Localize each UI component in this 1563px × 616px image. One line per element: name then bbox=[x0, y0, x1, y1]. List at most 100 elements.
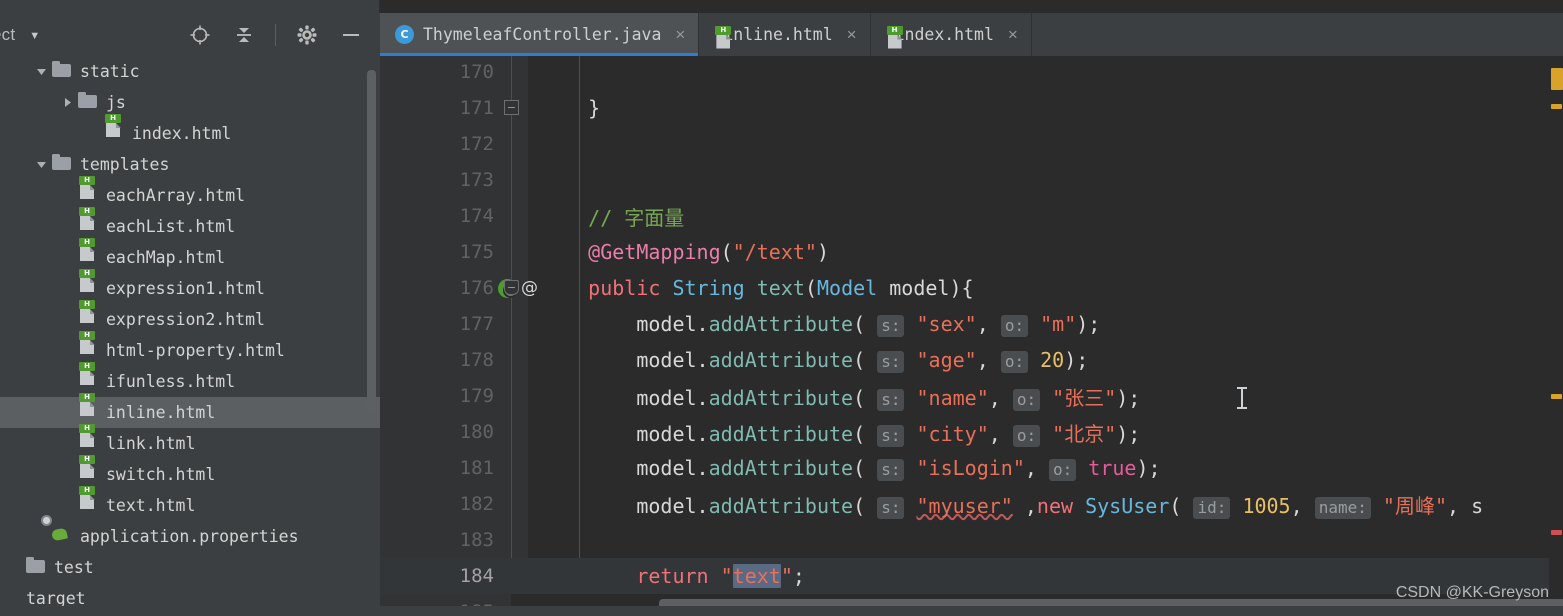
close-icon[interactable]: × bbox=[847, 25, 857, 45]
tree-item-eachlist-html[interactable]: HeachList.html bbox=[0, 207, 380, 242]
gear-icon[interactable] bbox=[294, 22, 320, 48]
html-file-icon: H bbox=[78, 362, 99, 392]
chevron-down-icon[interactable] bbox=[34, 64, 49, 79]
code-line-184[interactable]: 184 return "text"; bbox=[380, 558, 1563, 594]
line-number: 174 bbox=[459, 205, 494, 227]
code-token: o: bbox=[1012, 424, 1041, 447]
code-token: o: bbox=[1048, 459, 1077, 481]
tree-item-index-html[interactable]: Hindex.html bbox=[0, 114, 380, 149]
code-token: . bbox=[696, 421, 709, 446]
code-editor[interactable]: 170 171− } 172 173 174 // 字面量 175 @GetMapping… bbox=[380, 56, 1563, 616]
code-line-170[interactable]: 170 bbox=[380, 56, 1563, 90]
project-panel-toolbar bbox=[187, 22, 380, 48]
close-icon[interactable]: × bbox=[1008, 25, 1018, 45]
override-at-icon[interactable]: @ bbox=[521, 278, 538, 298]
code-token: String bbox=[672, 276, 757, 300]
code-token: "myuser" bbox=[916, 493, 1013, 518]
tree-item-switch-html[interactable]: Hswitch.html bbox=[0, 455, 380, 490]
code-line-181[interactable]: 181 model.addAttribute( s: "isLogin", o:… bbox=[380, 450, 1563, 486]
code-token: 20 bbox=[1040, 348, 1065, 372]
minimize-icon[interactable] bbox=[338, 22, 364, 48]
text-cursor-icon bbox=[1237, 387, 1247, 409]
tree-item-link-html[interactable]: Hlink.html bbox=[0, 424, 380, 459]
tree-item-html-property-html[interactable]: Hhtml-property.html bbox=[0, 331, 380, 366]
code-line-183[interactable]: 183 bbox=[380, 522, 1563, 558]
code-text: } bbox=[540, 96, 600, 120]
folder-icon bbox=[52, 154, 73, 175]
code-token: o: bbox=[1012, 388, 1041, 411]
code-token: "张三" bbox=[1052, 385, 1117, 410]
code-token: . bbox=[696, 348, 709, 372]
collapse-all-icon[interactable] bbox=[231, 22, 257, 48]
editor-tab-bar[interactable]: C ThymeleafController.java × Hinline.html × H… bbox=[380, 13, 1563, 56]
stripe-marker[interactable] bbox=[1551, 104, 1562, 109]
project-panel-header: ect ▼ bbox=[0, 13, 380, 56]
tree-item-eacharray-html[interactable]: HeachArray.html bbox=[0, 176, 380, 211]
stripe-marker[interactable] bbox=[1551, 68, 1563, 90]
code-token: ){ bbox=[949, 276, 974, 300]
code-line-177[interactable]: 177 model.addAttribute( s: "sex", o: "m"… bbox=[380, 306, 1563, 342]
chevron-down-icon[interactable] bbox=[34, 157, 49, 172]
code-token: @GetMapping bbox=[588, 240, 721, 264]
chevron-right-icon[interactable] bbox=[60, 95, 75, 110]
code-line-182[interactable]: 182 model.addAttribute( s: "myuser" ,new… bbox=[380, 486, 1563, 522]
code-token: addAttribute bbox=[708, 312, 854, 336]
tree-item-test[interactable]: test bbox=[0, 552, 380, 583]
close-icon[interactable]: × bbox=[675, 25, 685, 45]
tree-item-ifunless-html[interactable]: Hifunless.html bbox=[0, 362, 380, 397]
code-line-179[interactable]: 179 model.addAttribute( s: "name", o: "张… bbox=[380, 378, 1563, 414]
code-token: s: bbox=[877, 388, 905, 411]
fold-toggle-icon[interactable]: − bbox=[504, 100, 519, 115]
stripe-marker[interactable] bbox=[1551, 394, 1562, 399]
code-line-173[interactable]: 173 bbox=[380, 162, 1563, 198]
code-token: . bbox=[696, 385, 709, 410]
tree-item-application-properties[interactable]: application.properties bbox=[0, 515, 380, 552]
html-file-icon: H bbox=[78, 300, 99, 330]
line-number: 180 bbox=[459, 421, 494, 443]
code-line-172[interactable]: 172 bbox=[380, 126, 1563, 162]
fold-toggle-icon[interactable]: − bbox=[504, 280, 519, 295]
editor-tab-inline-html[interactable]: Hinline.html × bbox=[699, 13, 871, 56]
chevron-down-icon[interactable]: ▼ bbox=[29, 30, 40, 42]
sidebar-scrollbar-thumb[interactable] bbox=[367, 70, 376, 415]
code-line-180[interactable]: 180 model.addAttribute( s: "city", o: "北… bbox=[380, 414, 1563, 450]
error-stripe-markers[interactable] bbox=[1549, 56, 1563, 594]
code-token: , bbox=[976, 312, 1001, 336]
code-token: model bbox=[540, 385, 697, 410]
tree-item-text-html[interactable]: Htext.html bbox=[0, 486, 380, 521]
tree-item-expression2-html[interactable]: Hexpression2.html bbox=[0, 300, 380, 335]
code-token: o: bbox=[1000, 351, 1029, 373]
project-tree[interactable]: static js Hindex.html templates HeachArray.h… bbox=[0, 56, 380, 616]
stripe-marker[interactable] bbox=[1551, 530, 1562, 535]
tree-item-label: templates bbox=[80, 155, 170, 174]
editor-tab-thymeleafcontroller-java[interactable]: C ThymeleafController.java × bbox=[380, 13, 700, 56]
tree-item-expression1-html[interactable]: Hexpression1.html bbox=[0, 269, 380, 304]
code-token: model bbox=[540, 456, 697, 480]
code-line-171[interactable]: 171− } bbox=[380, 90, 1563, 126]
code-line-175[interactable]: 175 @GetMapping("/text") bbox=[380, 234, 1563, 270]
locate-in-tree-icon[interactable] bbox=[187, 22, 213, 48]
tree-item-inline-html[interactable]: Hinline.html bbox=[0, 393, 380, 428]
tree-item-static[interactable]: static bbox=[0, 56, 380, 87]
code-line-174[interactable]: 174 // 字面量 bbox=[380, 198, 1563, 234]
tree-item-templates[interactable]: templates bbox=[0, 149, 380, 180]
editor-tab-index-html[interactable]: Hindex.html × bbox=[871, 13, 1032, 56]
code-token: "/text" bbox=[732, 240, 817, 264]
spring-properties-icon bbox=[41, 515, 73, 547]
code-line-178[interactable]: 178 model.addAttribute( s: "age", o: 20)… bbox=[380, 342, 1563, 378]
tree-item-eachmap-html[interactable]: HeachMap.html bbox=[0, 238, 380, 273]
html-file-icon: H bbox=[78, 424, 99, 454]
project-panel-title[interactable]: ect ▼ bbox=[0, 25, 40, 45]
tree-item-label: expression2.html bbox=[106, 310, 265, 329]
code-line-176[interactable]: 176 @ − public String text(Model model){ bbox=[380, 270, 1563, 306]
tree-item-js[interactable]: js bbox=[0, 87, 380, 118]
